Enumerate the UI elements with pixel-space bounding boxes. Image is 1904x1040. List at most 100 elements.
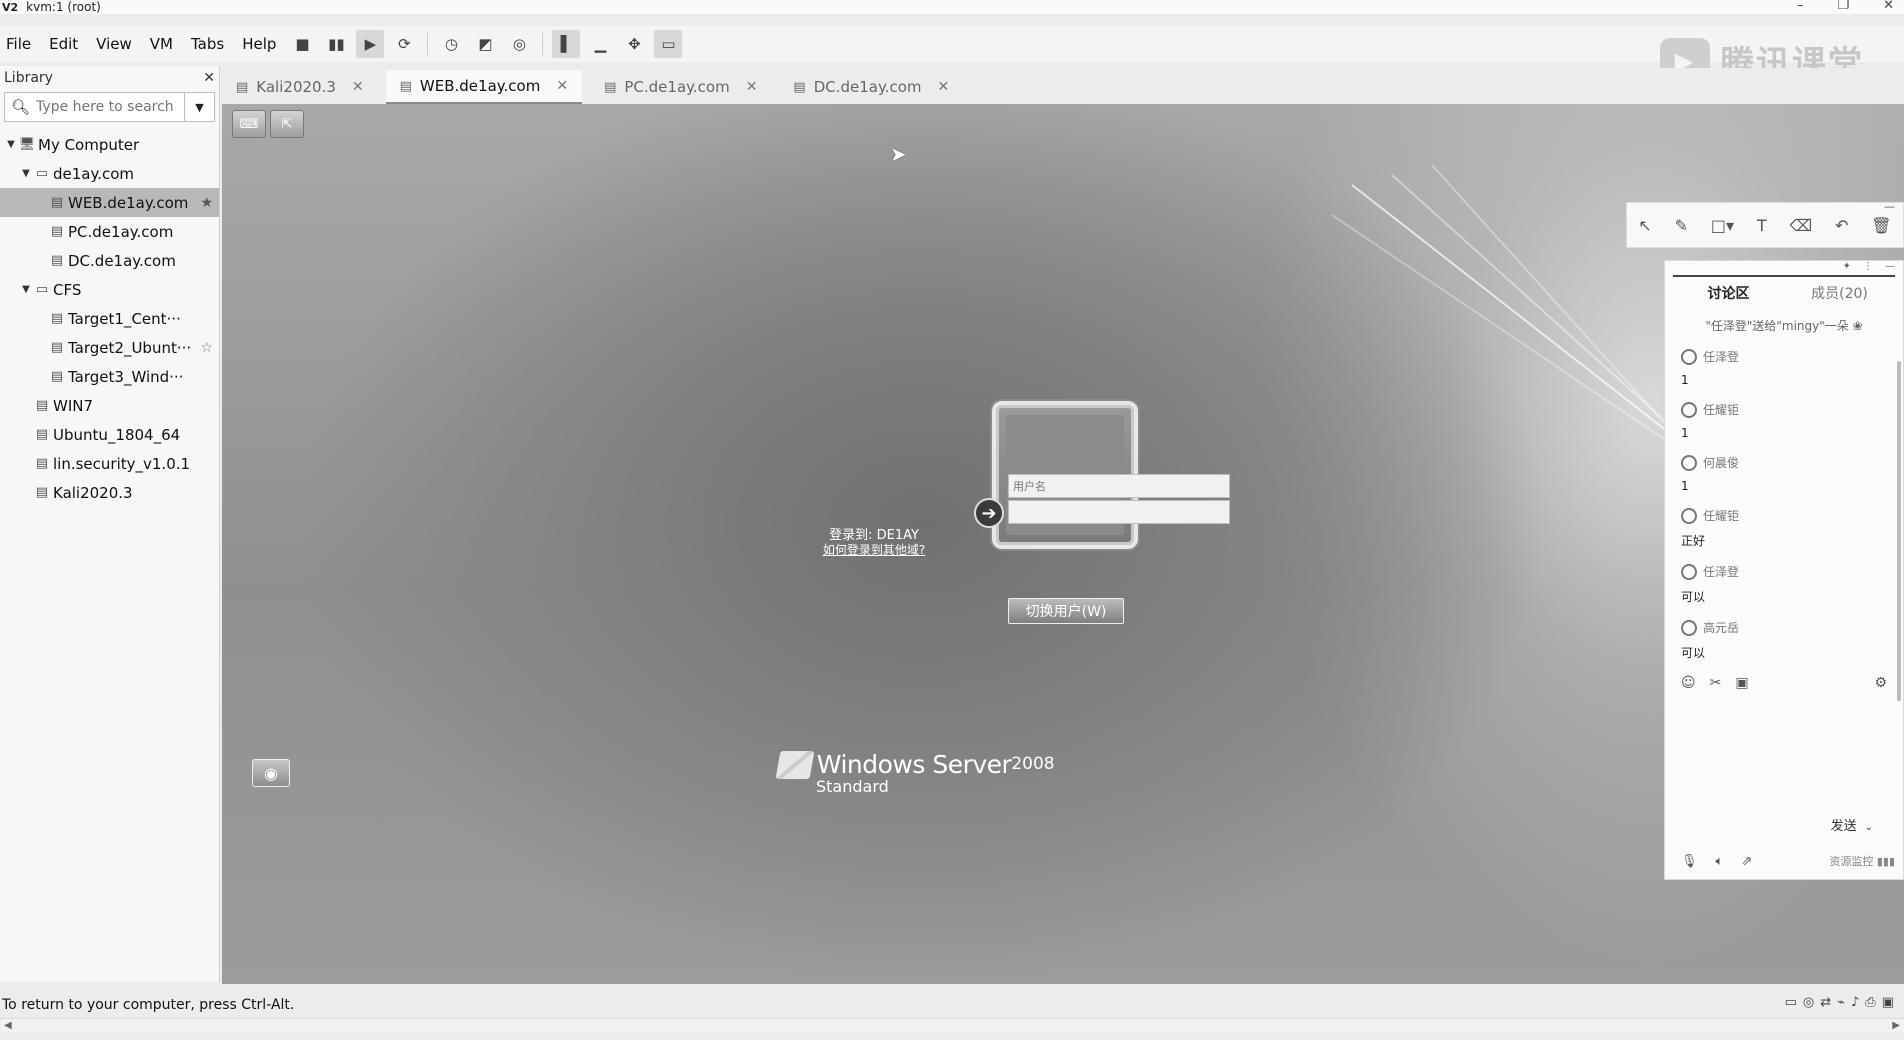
settings-icon[interactable]: ⚙: [1874, 675, 1887, 691]
pointer-icon[interactable]: ↖: [1638, 216, 1651, 235]
close-icon[interactable]: ✕: [1883, 0, 1894, 13]
library-tree-item[interactable]: ▼ 🖥︎ My Computer: [0, 130, 219, 159]
snapshot-manager-icon[interactable]: ◎: [505, 30, 533, 58]
display-icon[interactable]: ▣: [1882, 995, 1894, 1010]
library-tree-item[interactable]: ▼ ▭ CFS: [0, 275, 219, 304]
username-field[interactable]: [1008, 474, 1230, 498]
fullscreen-icon[interactable]: ✥: [620, 30, 648, 58]
library-tree-item[interactable]: ▤ WIN7: [0, 391, 219, 420]
tab-web[interactable]: ▤ WEB.de1ay.com ✕: [385, 70, 583, 104]
tab-pc[interactable]: ▤ PC.de1ay.com ✕: [590, 70, 771, 104]
chat-minimize-icon[interactable]: —: [1885, 261, 1895, 275]
expand-arrow-icon[interactable]: ▼: [4, 139, 18, 150]
rectangle-icon[interactable]: □▾: [1711, 216, 1734, 235]
favorite-star-icon[interactable]: ☆: [200, 340, 213, 356]
tab-kali[interactable]: ▤ Kali2020.3 ✕: [222, 70, 378, 104]
share-icon[interactable]: ⇗: [1741, 854, 1752, 869]
menu-file[interactable]: File: [0, 35, 40, 53]
toolbar-minimize-icon[interactable]: —: [1884, 200, 1895, 213]
undo-icon[interactable]: ↶: [1835, 216, 1848, 235]
menu-view[interactable]: View: [87, 35, 141, 53]
printer-icon[interactable]: ⎙: [1865, 995, 1875, 1010]
text-icon[interactable]: T: [1757, 216, 1767, 235]
tree-item-label: WIN7: [53, 396, 94, 415]
library-tree-item[interactable]: ▤ Ubuntu_1804_64: [0, 420, 219, 449]
chat-scrollbar[interactable]: [1897, 361, 1901, 701]
menu-edit[interactable]: Edit: [40, 35, 87, 53]
sender-avatar-icon[interactable]: [1681, 348, 1697, 365]
snapshot-icon[interactable]: ◷: [437, 30, 465, 58]
library-tree-item[interactable]: ▼ ▭ de1ay.com: [0, 159, 219, 188]
sender-avatar-icon[interactable]: [1681, 563, 1697, 580]
grab-input-icon[interactable]: ⇱: [270, 110, 304, 138]
hard-disk-icon[interactable]: ▭: [1785, 995, 1797, 1010]
emoji-icon[interactable]: ☺: [1681, 675, 1696, 691]
expand-arrow-icon[interactable]: ▼: [19, 168, 33, 179]
library-tree-item[interactable]: ▤ Target3_Wind···: [0, 362, 219, 391]
tab-close-icon[interactable]: ✕: [556, 78, 568, 94]
refresh-icon[interactable]: ⟳: [390, 30, 418, 58]
other-domain-link[interactable]: 如何登录到其他域?: [724, 541, 1024, 558]
ease-of-access-icon[interactable]: ◉: [252, 759, 290, 787]
play-icon[interactable]: ▶: [356, 30, 385, 58]
scroll-right-icon[interactable]: ▶: [1892, 1020, 1900, 1031]
favorite-star-icon[interactable]: ★: [200, 195, 213, 211]
scroll-left-icon[interactable]: ◀: [4, 1020, 12, 1031]
password-field[interactable]: [1008, 500, 1230, 524]
library-tree-item[interactable]: ▤ PC.de1ay.com: [0, 217, 219, 246]
speaker-icon[interactable]: 🔈︎: [1716, 854, 1724, 869]
microphone-icon[interactable]: 🎙︎: [1681, 854, 1698, 869]
tab-dc[interactable]: ▤ DC.de1ay.com ✕: [779, 70, 963, 104]
expand-arrow-icon[interactable]: ▼: [19, 284, 33, 295]
menu-tabs[interactable]: Tabs: [182, 35, 233, 53]
menu-vm[interactable]: VM: [141, 35, 182, 53]
send-button[interactable]: 发送 ⌄: [1831, 815, 1873, 834]
tab-discussion[interactable]: 讨论区: [1673, 283, 1784, 303]
network-icon[interactable]: ⇄: [1820, 995, 1831, 1010]
library-tree-item[interactable]: ▤ Target2_Ubunt··· ☆: [0, 333, 219, 362]
suspend-icon[interactable]: ▮▮: [322, 30, 350, 58]
cd-rom-icon[interactable]: ◎: [1803, 995, 1814, 1010]
library-tree-item[interactable]: ▤ WEB.de1ay.com ★: [0, 188, 219, 217]
unity-icon[interactable]: ▭: [654, 30, 683, 58]
tab-members[interactable]: 成员(20): [1784, 283, 1895, 303]
os-name: Windows Server: [816, 750, 1012, 779]
resource-monitor[interactable]: 资源监控 ▮▮▮: [1829, 853, 1895, 869]
power-on-icon[interactable]: ■: [288, 30, 316, 58]
horizontal-scrollbar[interactable]: ◀ ▶: [0, 1018, 1904, 1032]
sender-avatar-icon[interactable]: [1681, 454, 1697, 471]
library-search-input[interactable]: [36, 99, 178, 115]
library-tree-item[interactable]: ▤ Kali2020.3: [0, 478, 219, 507]
eraser-icon[interactable]: ⌫: [1790, 216, 1813, 235]
tab-close-icon[interactable]: ✕: [938, 79, 950, 95]
sender-avatar-icon[interactable]: [1681, 619, 1697, 636]
library-tree-item[interactable]: ▤ Target1_Cent···: [0, 304, 219, 333]
pen-icon[interactable]: ✎: [1675, 216, 1688, 235]
vm-icon: ▤: [604, 79, 617, 95]
search-dropdown-icon[interactable]: ▼: [184, 93, 214, 121]
ctrl-alt-del-icon[interactable]: ⌨: [232, 110, 266, 138]
thumbnail-bar-icon[interactable]: ▁: [586, 30, 614, 58]
send-options-icon[interactable]: ⌄: [1865, 822, 1873, 833]
minimize-icon[interactable]: –: [1797, 0, 1804, 13]
revert-snapshot-icon[interactable]: ◩: [471, 30, 499, 58]
sender-avatar-icon[interactable]: [1681, 401, 1697, 418]
sound-card-icon[interactable]: ♪: [1851, 995, 1859, 1010]
pin-icon[interactable]: ✦: [1843, 261, 1851, 275]
trash-icon[interactable]: 🗑︎: [1871, 216, 1891, 235]
restore-icon[interactable]: ❐: [1837, 0, 1849, 13]
usb-icon[interactable]: ⌁: [1837, 995, 1845, 1010]
folder-icon: ▭: [35, 282, 49, 297]
tab-close-icon[interactable]: ✕: [746, 79, 758, 95]
close-library-icon[interactable]: ✕: [203, 70, 215, 86]
more-icon[interactable]: ⋮: [1863, 261, 1873, 275]
switch-user-button[interactable]: 切换用户(W): [1008, 598, 1124, 624]
image-icon[interactable]: ▣: [1735, 675, 1748, 691]
tab-close-icon[interactable]: ✕: [352, 79, 364, 95]
library-tree-item[interactable]: ▤ lin.security_v1.0.1: [0, 449, 219, 478]
menu-help[interactable]: Help: [233, 35, 285, 53]
sender-avatar-icon[interactable]: [1681, 507, 1697, 524]
scissors-icon[interactable]: ✂: [1710, 675, 1722, 691]
library-tree-item[interactable]: ▤ DC.de1ay.com: [0, 246, 219, 275]
show-library-icon[interactable]: ▌: [552, 30, 581, 58]
